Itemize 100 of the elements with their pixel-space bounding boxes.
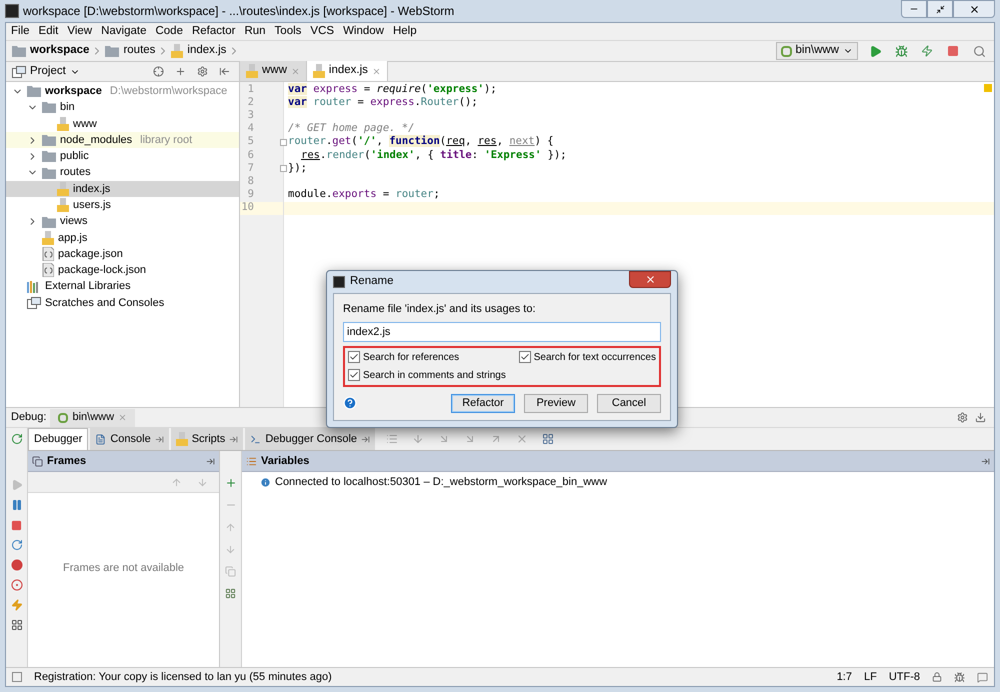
status-message: Registration: Your copy is licensed to lan yu (55 minutes ago): [34, 670, 332, 685]
line-separator-selector[interactable]: LF: [864, 668, 877, 686]
js-file-icon: [57, 182, 69, 196]
dialog-button[interactable]: Cancel: [597, 394, 661, 412]
close-button[interactable]: [629, 271, 671, 288]
folder-icon: [42, 134, 56, 146]
option-label[interactable]: Search for text occurrences: [534, 350, 656, 364]
info-icon: [260, 476, 271, 488]
node-icon: [58, 412, 68, 422]
tree-item[interactable]: www: [6, 116, 239, 132]
breadcrumb[interactable]: index.js: [171, 42, 226, 60]
line-number: 7: [246, 160, 254, 176]
menu-item[interactable]: Help: [392, 22, 417, 40]
dialog-button[interactable]: Preview: [524, 394, 588, 412]
node-icon: [780, 46, 792, 56]
code-line: /* GET home page. */: [288, 121, 414, 136]
tree-item[interactable]: package-lock.json: [6, 262, 239, 279]
breadcrumb[interactable]: workspace: [12, 42, 90, 60]
close-tab-icon[interactable]: [290, 66, 300, 76]
editor-tab[interactable]: index.js: [306, 61, 388, 81]
menu-item[interactable]: Code: [155, 22, 183, 40]
menu-item[interactable]: VCS: [310, 22, 334, 40]
tree-item[interactable]: node_modules library root: [6, 132, 239, 148]
panel-title[interactable]: Project: [30, 62, 66, 80]
fold-marker-icon[interactable]: [280, 138, 287, 146]
js-file-icon: [176, 432, 188, 446]
pin-icon[interactable]: [154, 434, 164, 444]
close-tab-icon[interactable]: [372, 66, 381, 76]
menu-item[interactable]: Navigate: [101, 22, 146, 40]
js-file-icon: [171, 44, 184, 58]
tree-item[interactable]: routes: [6, 164, 239, 181]
tree-item[interactable]: Scratches and Consoles: [6, 294, 239, 312]
line-number: 9: [246, 187, 254, 202]
checkbox[interactable]: [348, 369, 360, 381]
code-line: module.exports = router;: [288, 187, 440, 202]
encoding-selector[interactable]: UTF-8: [888, 668, 920, 686]
menu-item[interactable]: View: [67, 22, 92, 40]
menu-item[interactable]: File: [11, 22, 30, 40]
debug-tab[interactable]: Scripts: [170, 428, 244, 450]
session-tab[interactable]: bin\www: [50, 408, 136, 426]
pin-icon[interactable]: [981, 456, 990, 466]
checkbox[interactable]: [518, 351, 531, 363]
menu-item[interactable]: Run: [244, 22, 266, 40]
restore-icon: [936, 4, 944, 14]
lock-icon[interactable]: [932, 672, 942, 682]
tree-item[interactable]: bin: [6, 99, 239, 116]
debug-label: Debug:: [11, 410, 46, 426]
menu-item[interactable]: Window: [343, 22, 384, 40]
dialog-button[interactable]: Refactor: [451, 394, 515, 412]
scratches-icon: [12, 66, 26, 78]
error-stripe-marker[interactable]: [984, 84, 992, 92]
line-number: 6: [246, 148, 254, 163]
code-line: res.render('index', { title: 'Express' });: [301, 148, 567, 163]
option-label[interactable]: Search in comments and strings: [363, 368, 506, 382]
breadcrumb[interactable]: routes: [105, 42, 156, 60]
line-number: 3: [246, 108, 254, 123]
tree-item[interactable]: views: [6, 213, 239, 230]
run-config-dropdown[interactable]: bin\www: [776, 42, 858, 60]
dialog-title: Rename: [350, 274, 394, 290]
event-log-icon[interactable]: [977, 672, 988, 682]
debug-tab[interactable]: Console: [90, 428, 169, 450]
js-file-icon: [42, 230, 54, 245]
menu-item[interactable]: Tools: [274, 22, 302, 40]
help-icon[interactable]: [343, 396, 357, 410]
menu-item[interactable]: Edit: [38, 22, 58, 40]
maximize-button[interactable]: [927, 0, 953, 18]
inspector-icon[interactable]: [954, 672, 965, 682]
empty-message: Frames are not available: [62, 560, 184, 576]
pin-icon[interactable]: [229, 434, 238, 444]
folder-icon: [27, 85, 41, 98]
editor-tab[interactable]: www: [240, 61, 307, 81]
option-label[interactable]: Search for references: [363, 350, 460, 364]
tree-item[interactable]: workspace D:\webstorm\workspace: [6, 83, 239, 100]
pin-icon[interactable]: [361, 434, 370, 444]
tree-item[interactable]: public: [6, 148, 239, 164]
line-number: 8: [246, 174, 254, 189]
name-field[interactable]: index2.js: [343, 322, 661, 342]
fold-marker-icon[interactable]: [280, 165, 287, 172]
close-tab-icon[interactable]: [118, 413, 128, 422]
close-button[interactable]: [953, 0, 995, 18]
tree-item[interactable]: users.js: [6, 197, 239, 214]
menu-item[interactable]: Refactor: [192, 22, 236, 40]
tree-item[interactable]: package.json: [6, 246, 239, 262]
line-number: 1: [246, 82, 254, 97]
checkbox[interactable]: [348, 351, 360, 363]
toggle-panels-icon[interactable]: [12, 672, 22, 682]
app-logo-icon: [5, 4, 19, 18]
tree-item[interactable]: External Libraries: [6, 278, 239, 295]
tree-item[interactable]: index.js: [6, 180, 239, 198]
line-number: 2: [246, 94, 254, 110]
prompt-label: Rename file 'index.js' and its usages to:: [343, 302, 537, 317]
code-line: router.get('/', function(req, res, next) {: [288, 134, 554, 150]
json-file-icon: [42, 263, 54, 278]
debug-tab[interactable]: Debugger Console: [245, 428, 376, 450]
tree-item[interactable]: app.js: [6, 230, 239, 246]
minimize-button[interactable]: [901, 0, 927, 18]
pin-icon[interactable]: [206, 456, 215, 466]
caret-position[interactable]: 1:7: [836, 668, 852, 686]
folder-icon: [42, 101, 56, 114]
debug-tab[interactable]: Debugger: [28, 428, 88, 450]
